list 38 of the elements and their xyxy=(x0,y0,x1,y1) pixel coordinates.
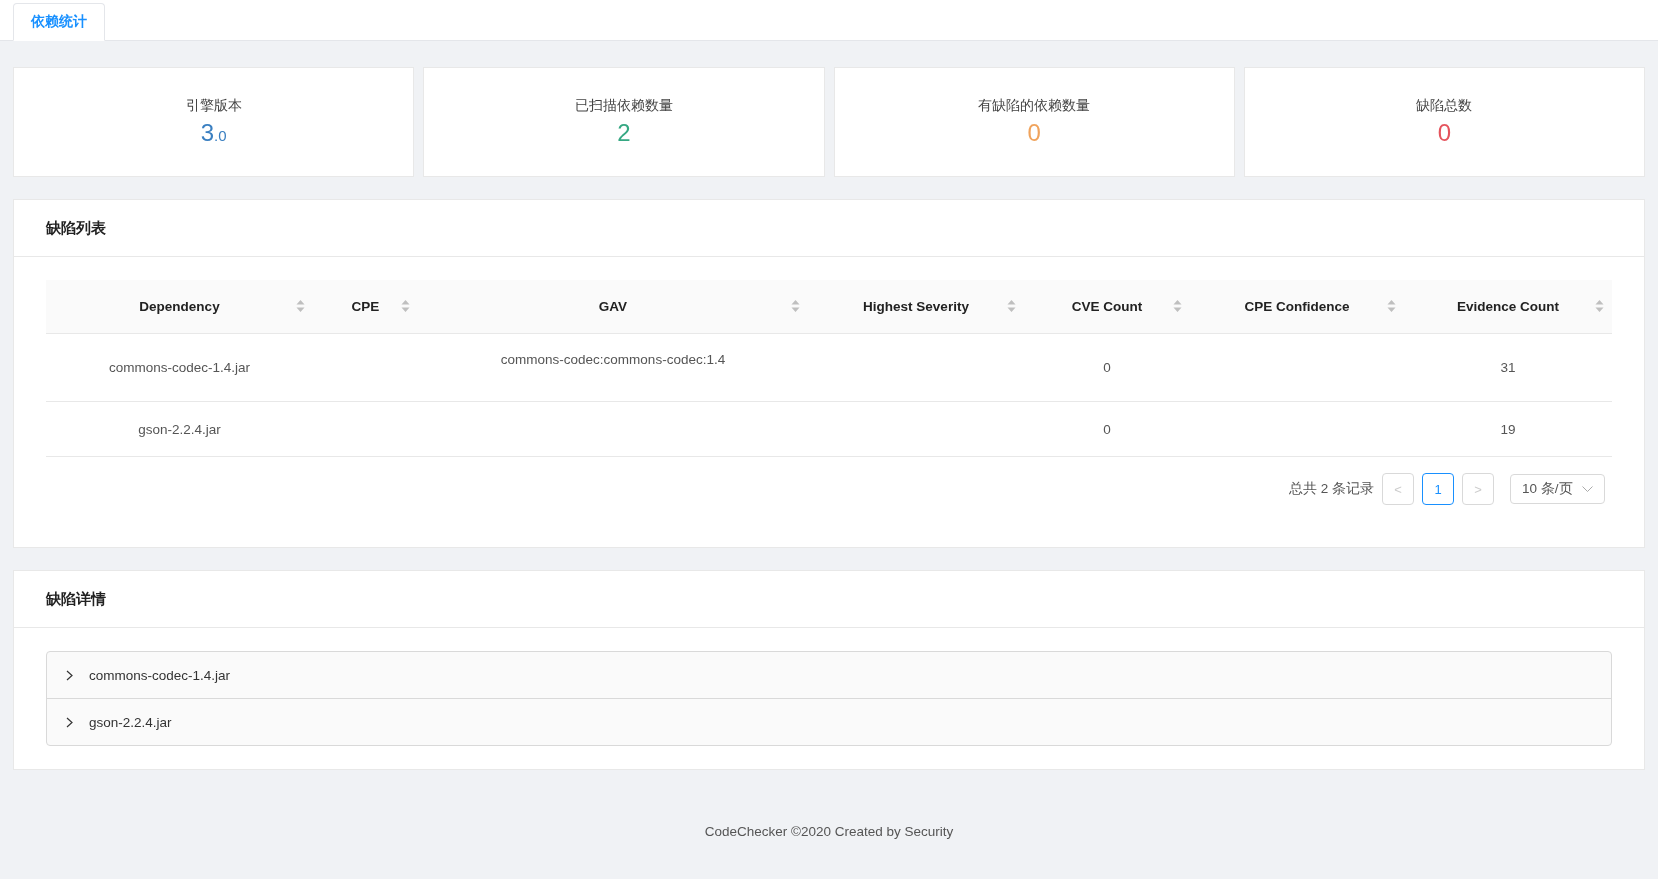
table-cell: gson-2.2.4.jar xyxy=(138,421,221,437)
column-header[interactable]: Dependency xyxy=(139,299,220,314)
column-header[interactable]: Evidence Count xyxy=(1457,299,1559,314)
sort-icon[interactable] xyxy=(296,299,305,313)
collapse-panel-header[interactable]: commons-codec-1.4.jar xyxy=(47,652,1611,698)
total-count: 总共 2 条记录 xyxy=(1289,480,1374,498)
sort-icon[interactable] xyxy=(1007,299,1016,313)
sort-icon[interactable] xyxy=(1173,299,1182,313)
collapse-panel-header[interactable]: gson-2.2.4.jar xyxy=(47,698,1611,745)
chevron-right-icon xyxy=(66,716,73,728)
stat-label: 引擎版本 xyxy=(185,97,242,115)
table-cell: 0 xyxy=(1103,360,1111,375)
column-header[interactable]: CPE xyxy=(351,299,380,314)
sort-icon[interactable] xyxy=(401,299,410,313)
stat-value: 0 xyxy=(1027,119,1041,147)
table-cell: 0 xyxy=(1103,421,1111,437)
sort-icon[interactable] xyxy=(1387,299,1396,313)
page-size-select[interactable]: 10 条/页 xyxy=(1510,474,1605,504)
column-header[interactable]: CPE Confidence xyxy=(1244,299,1350,314)
card-title: 缺陷详情 xyxy=(46,589,106,609)
table-cell: commons-codec-1.4.jar xyxy=(108,360,251,375)
stat-label: 有缺陷的依赖数量 xyxy=(978,97,1091,115)
chevron-right-icon xyxy=(66,669,73,681)
table-cell: 19 xyxy=(1500,421,1516,437)
column-header[interactable]: Highest Severity xyxy=(863,299,969,314)
chevron-down-icon xyxy=(1582,485,1593,493)
table-cell: commons-codec:commons-codec:1.4 xyxy=(500,352,726,367)
sort-icon[interactable] xyxy=(791,299,800,313)
stat-value: 2 xyxy=(617,119,631,147)
stat-value: 0 xyxy=(1437,119,1452,147)
column-header[interactable]: GAV xyxy=(598,299,628,314)
table-cell: 31 xyxy=(1500,360,1516,375)
sort-icon[interactable] xyxy=(1595,299,1604,313)
stat-label: 已扫描依赖数量 xyxy=(574,97,673,115)
stat-label: 缺陷总数 xyxy=(1416,97,1473,115)
footer-text: CodeChecker ©2020 Created by Security xyxy=(704,824,954,839)
card-title: 缺陷列表 xyxy=(46,218,106,238)
column-header[interactable]: CVE Count xyxy=(1071,299,1143,314)
